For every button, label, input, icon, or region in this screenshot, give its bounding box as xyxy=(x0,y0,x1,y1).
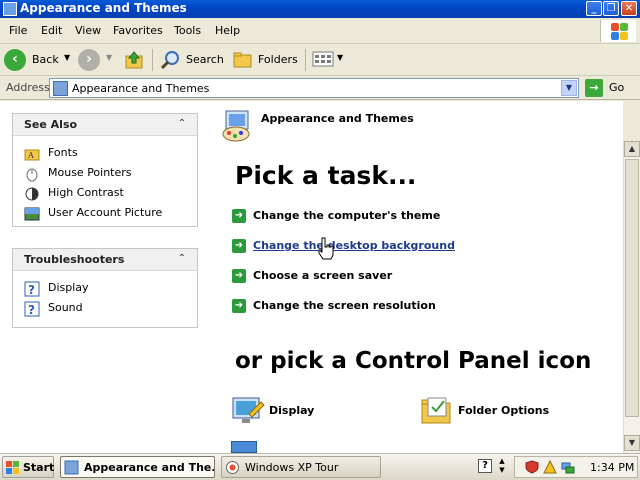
search-icon xyxy=(160,51,179,70)
back-button[interactable]: ‹ Back ▼ xyxy=(4,48,74,72)
task-arrow-icon: ➜ xyxy=(232,299,246,313)
start-button[interactable]: Start xyxy=(2,456,54,478)
troubleshooters-header[interactable]: Troubleshooters ⌃ xyxy=(13,249,197,271)
back-dropdown-icon[interactable]: ▼ xyxy=(64,53,70,62)
system-tray: 1:34 PM xyxy=(514,456,638,478)
address-dropdown-icon[interactable]: ▼ xyxy=(561,80,577,96)
see-also-panel: See Also ⌃ A Fonts Mouse Pointers High C… xyxy=(12,113,198,227)
cp-icon-display-label: Display xyxy=(269,404,315,417)
back-arrow-icon: ‹ xyxy=(4,49,26,71)
network-icon[interactable] xyxy=(561,460,575,474)
scroll-thumb[interactable] xyxy=(625,159,639,417)
help-tray-icon[interactable]: ? xyxy=(478,459,492,473)
pick-icon-heading: or pick a Control Panel icon xyxy=(235,348,592,374)
up-folder-button[interactable] xyxy=(124,50,144,70)
see-also-title: See Also xyxy=(24,118,78,131)
back-label: Back xyxy=(32,53,59,66)
window-title: Appearance and Themes xyxy=(20,1,187,15)
close-button[interactable]: ✕ xyxy=(621,1,637,16)
go-button[interactable]: → Go xyxy=(585,78,635,98)
clock: 1:34 PM xyxy=(590,461,635,474)
task-arrow-icon: ➜ xyxy=(232,269,246,283)
help-icon: ? xyxy=(24,301,40,317)
forward-button[interactable]: › ▼ xyxy=(78,48,118,72)
windows-logo-icon xyxy=(600,20,636,42)
taskbar: Start Appearance and The... Windows XP T… xyxy=(0,453,640,480)
help-icon: ? xyxy=(24,281,40,297)
section-header: Appearance and Themes xyxy=(261,112,414,125)
scroll-up-icon[interactable]: ▲ xyxy=(624,141,640,157)
collapse-chevron-icon[interactable]: ⌃ xyxy=(175,117,189,131)
folders-button[interactable]: Folders xyxy=(232,48,298,72)
toolbar-separator xyxy=(305,49,306,71)
svg-text:A: A xyxy=(27,151,34,160)
hand-cursor-icon xyxy=(318,237,334,260)
menu-help[interactable]: Help xyxy=(215,24,240,37)
address-bar: Address Appearance and Themes ▼ → Go xyxy=(0,76,640,100)
search-label: Search xyxy=(186,53,224,66)
security-shield-icon[interactable] xyxy=(525,460,539,474)
vertical-scrollbar[interactable]: ▲ ▼ xyxy=(623,141,640,453)
menu-edit[interactable]: Edit xyxy=(41,24,62,37)
picture-icon xyxy=(24,207,40,221)
svg-text:?: ? xyxy=(28,303,35,317)
menu-bar: File Edit View Favorites Tools Help xyxy=(0,18,640,44)
scroll-down-icon[interactable]: ▼ xyxy=(624,435,640,451)
cp-icon-folder-options-label: Folder Options xyxy=(458,404,550,417)
xp-tour-icon xyxy=(226,461,239,474)
pick-task-heading: Pick a task... xyxy=(235,161,417,190)
toolbar-separator xyxy=(152,49,153,71)
task-arrow-icon: ➜ xyxy=(232,239,246,253)
menu-file[interactable]: File xyxy=(9,24,27,37)
task-arrow-icon: ➜ xyxy=(232,209,246,223)
go-arrow-icon: → xyxy=(585,79,603,97)
warning-icon[interactable] xyxy=(543,460,557,474)
main-content: Appearance and Themes Pick a task... ➜ C… xyxy=(215,101,623,453)
high-contrast-icon xyxy=(25,187,39,201)
taskbar-button-xp-tour[interactable]: Windows XP Tour xyxy=(221,456,381,478)
menu-view[interactable]: View xyxy=(75,24,101,37)
taskbar-button-appearance[interactable]: Appearance and The... xyxy=(60,456,215,478)
minimize-button[interactable]: _ xyxy=(586,1,602,16)
collapse-chevron-icon[interactable]: ⌃ xyxy=(175,252,189,266)
address-value: Appearance and Themes xyxy=(72,82,210,95)
troubleshooters-panel: Troubleshooters ⌃ ? Display ? Sound xyxy=(12,248,198,328)
mouse-icon xyxy=(26,168,38,182)
forward-arrow-icon: › xyxy=(78,49,100,71)
restore-button[interactable]: ❐ xyxy=(603,1,619,16)
start-label: Start xyxy=(23,461,55,474)
control-panel-icon xyxy=(53,81,68,96)
toolbar: ‹ Back ▼ › ▼ Search Folders ▼ xyxy=(0,44,640,76)
address-label: Address xyxy=(6,81,50,94)
fonts-folder-icon: A xyxy=(24,149,40,161)
views-icon xyxy=(312,51,334,67)
cp-icon-folder-options[interactable]: Folder Options xyxy=(420,394,560,428)
views-dropdown-icon: ▼ xyxy=(337,53,344,62)
menu-favorites[interactable]: Favorites xyxy=(113,24,163,37)
folder-options-icon xyxy=(421,397,451,424)
go-label: Go xyxy=(609,81,625,94)
forward-dropdown-icon[interactable]: ▼ xyxy=(106,53,112,62)
title-bar: Appearance and Themes _ ❐ ✕ xyxy=(0,0,640,18)
folders-label: Folders xyxy=(258,53,298,66)
control-panel-icon xyxy=(64,460,79,475)
display-icon xyxy=(232,397,265,423)
address-input[interactable]: Appearance and Themes ▼ xyxy=(49,78,579,98)
see-also-header[interactable]: See Also ⌃ xyxy=(13,114,197,136)
menu-tools[interactable]: Tools xyxy=(174,24,201,37)
left-pane: See Also ⌃ A Fonts Mouse Pointers High C… xyxy=(0,101,215,453)
cp-icon-display[interactable]: Display xyxy=(231,394,341,428)
troubleshooters-title: Troubleshooters xyxy=(24,253,125,266)
views-button[interactable]: ▼ xyxy=(312,50,346,70)
svg-text:?: ? xyxy=(28,283,35,297)
windows-flag-icon xyxy=(6,461,19,474)
folders-icon xyxy=(233,52,252,68)
window-icon xyxy=(3,2,17,16)
appearance-themes-icon xyxy=(222,110,250,142)
up-folder-icon xyxy=(125,51,143,69)
cp-icon-partial xyxy=(231,441,257,453)
tray-scroll-icon[interactable]: ▲ ▼ xyxy=(498,457,506,475)
search-button[interactable]: Search xyxy=(160,48,224,72)
